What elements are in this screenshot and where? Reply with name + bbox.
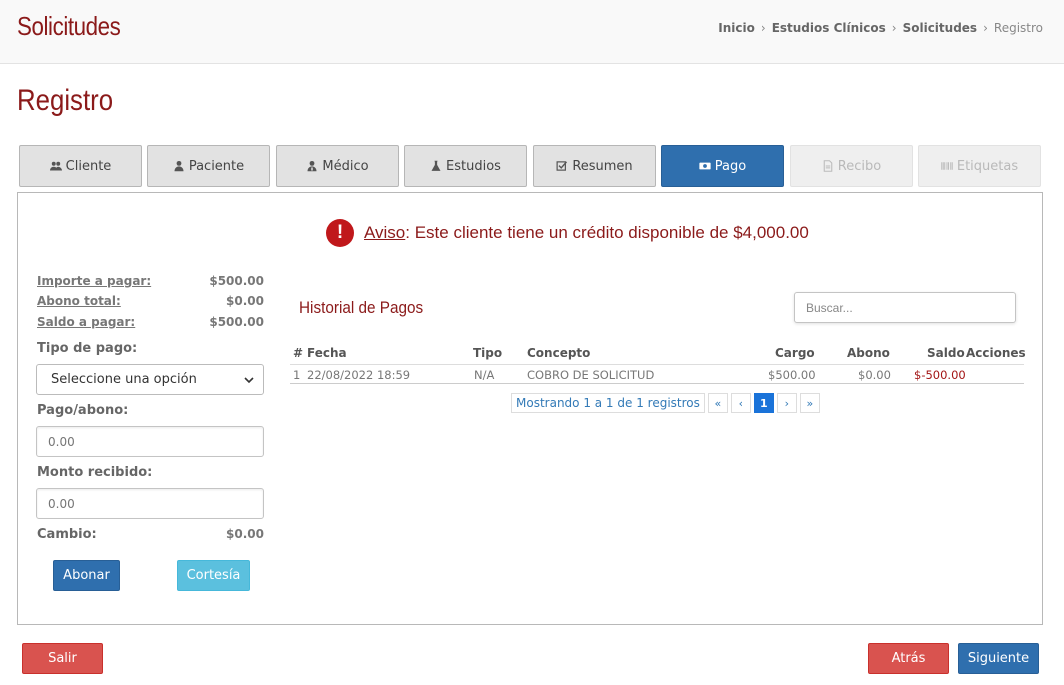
abono-value: $0.00 xyxy=(226,294,264,308)
cortesia-button[interactable]: Cortesía xyxy=(177,560,250,591)
tab-label: Cliente xyxy=(65,158,112,174)
importe-value: $500.00 xyxy=(209,274,264,288)
monto-recibido-label: Monto recibido: xyxy=(37,465,153,480)
column-header-saldo[interactable]: Saldo xyxy=(927,346,965,360)
file-icon xyxy=(823,160,833,172)
tab-pago[interactable]: Pago xyxy=(661,145,784,187)
next-page-button[interactable]: › xyxy=(776,393,797,413)
column-header-tipo[interactable]: Tipo xyxy=(473,346,502,360)
breadcrumb-separator-icon: › xyxy=(983,21,988,35)
summary-importe: Importe a pagar: $500.00 xyxy=(37,274,264,288)
column-header-number[interactable]: # xyxy=(293,346,303,360)
breadcrumb: Inicio › Estudios Clínicos › Solicitudes… xyxy=(718,21,1043,35)
tab-recibo: Recibo xyxy=(790,145,913,187)
tipo-pago-select[interactable]: Seleccione una opción xyxy=(36,364,264,395)
payment-panel: ! Aviso: Este cliente tiene un crédito d… xyxy=(17,192,1043,625)
abonar-button[interactable]: Abonar xyxy=(53,560,120,591)
tab-estudios[interactable]: Estudios xyxy=(404,145,527,187)
tab-label: Recibo xyxy=(837,158,882,174)
flask-icon xyxy=(431,160,441,171)
column-header-acciones[interactable]: Acciones xyxy=(966,346,1026,360)
importe-label: Importe a pagar: xyxy=(37,274,152,288)
tab-paciente[interactable]: Paciente xyxy=(147,145,270,187)
notice-label: Aviso xyxy=(364,223,406,242)
pago-abono-input[interactable] xyxy=(36,426,264,457)
breadcrumb-separator-icon: › xyxy=(891,21,897,35)
tab-resumen[interactable]: Resumen xyxy=(533,145,656,187)
monto-recibido-input[interactable] xyxy=(36,488,264,519)
row-tipo: N/A xyxy=(474,368,495,382)
row-saldo: $-500.00 xyxy=(914,368,966,382)
tipo-pago-selected: Seleccione una opción xyxy=(51,372,197,387)
summary-abono: Abono total: $0.00 xyxy=(37,294,264,308)
first-page-button[interactable]: « xyxy=(707,393,728,413)
abono-label: Abono total: xyxy=(37,294,121,308)
siguiente-button[interactable]: Siguiente xyxy=(958,643,1039,674)
column-header-fecha[interactable]: Fecha xyxy=(307,346,347,360)
breadcrumb-solicitudes[interactable]: Solicitudes xyxy=(903,21,978,35)
tab-label: Etiquetas xyxy=(956,158,1019,174)
saldo-label: Saldo a pagar: xyxy=(37,315,136,329)
row-fecha: 22/08/2022 18:59 xyxy=(307,368,411,382)
salir-button[interactable]: Salir xyxy=(22,643,103,674)
breadcrumb-separator-icon: › xyxy=(760,21,766,35)
breadcrumb-registro: Registro xyxy=(993,21,1043,35)
row-concepto: COBRO DE SOLICITUD xyxy=(527,368,655,382)
saldo-value: $500.00 xyxy=(209,315,264,329)
historial-title: Historial de Pagos xyxy=(299,298,424,317)
breadcrumb-estudios-clinicos[interactable]: Estudios Clínicos xyxy=(772,21,886,35)
row-abono: $0.00 xyxy=(858,368,891,382)
tab-medico[interactable]: Médico xyxy=(276,145,399,187)
cambio-value: $0.00 xyxy=(226,527,264,541)
page-title: Registro xyxy=(17,84,114,117)
cambio-label: Cambio: xyxy=(37,527,97,542)
row-cargo: $500.00 xyxy=(768,368,816,382)
exclamation-circle-icon: ! xyxy=(326,219,354,247)
users-icon xyxy=(49,161,62,171)
pagination-info: Mostrando 1 a 1 de 1 registros xyxy=(511,393,705,413)
prev-page-button[interactable]: ‹ xyxy=(730,393,751,413)
tab-label: Resumen xyxy=(572,158,633,174)
tab-label: Médico xyxy=(322,158,369,174)
tipo-pago-label: Tipo de pago: xyxy=(37,341,138,356)
atras-button[interactable]: Atrás xyxy=(868,643,949,674)
cambio-row: Cambio: $0.00 xyxy=(37,527,264,542)
wizard-tabs: Cliente Paciente Médico Estudios Resumen… xyxy=(19,145,1043,187)
column-header-abono[interactable]: Abono xyxy=(847,346,890,360)
app-title: Solicitudes xyxy=(17,11,121,41)
pago-abono-label: Pago/abono: xyxy=(37,403,129,418)
tab-label: Paciente xyxy=(188,158,245,174)
row-number: 1 xyxy=(293,368,301,382)
top-bar: Solicitudes Inicio › Estudios Clínicos ›… xyxy=(0,0,1064,64)
check-square-icon xyxy=(556,161,568,171)
table-row-divider xyxy=(290,383,1024,384)
user-icon xyxy=(174,160,184,172)
search-input[interactable] xyxy=(794,292,1016,323)
column-header-concepto[interactable]: Concepto xyxy=(527,346,590,360)
barcode-icon xyxy=(941,162,953,170)
pagination: Mostrando 1 a 1 de 1 registros « ‹ 1 › » xyxy=(511,393,820,413)
tab-etiquetas: Etiquetas xyxy=(918,145,1041,187)
doctor-icon xyxy=(307,160,317,172)
credit-notice: ! Aviso: Este cliente tiene un crédito d… xyxy=(326,219,809,247)
column-header-cargo[interactable]: Cargo xyxy=(775,346,815,360)
money-icon xyxy=(699,162,711,170)
tab-label: Estudios xyxy=(446,158,501,174)
breadcrumb-inicio[interactable]: Inicio xyxy=(718,21,755,35)
summary-saldo: Saldo a pagar: $500.00 xyxy=(37,315,264,329)
tab-label: Pago xyxy=(714,158,747,174)
last-page-button[interactable]: » xyxy=(799,393,820,413)
tab-cliente[interactable]: Cliente xyxy=(19,145,142,187)
chevron-down-icon xyxy=(244,376,254,383)
table-header-divider xyxy=(290,364,1024,365)
page-1-button[interactable]: 1 xyxy=(753,393,774,413)
notice-text: : Este cliente tiene un crédito disponib… xyxy=(405,223,809,242)
